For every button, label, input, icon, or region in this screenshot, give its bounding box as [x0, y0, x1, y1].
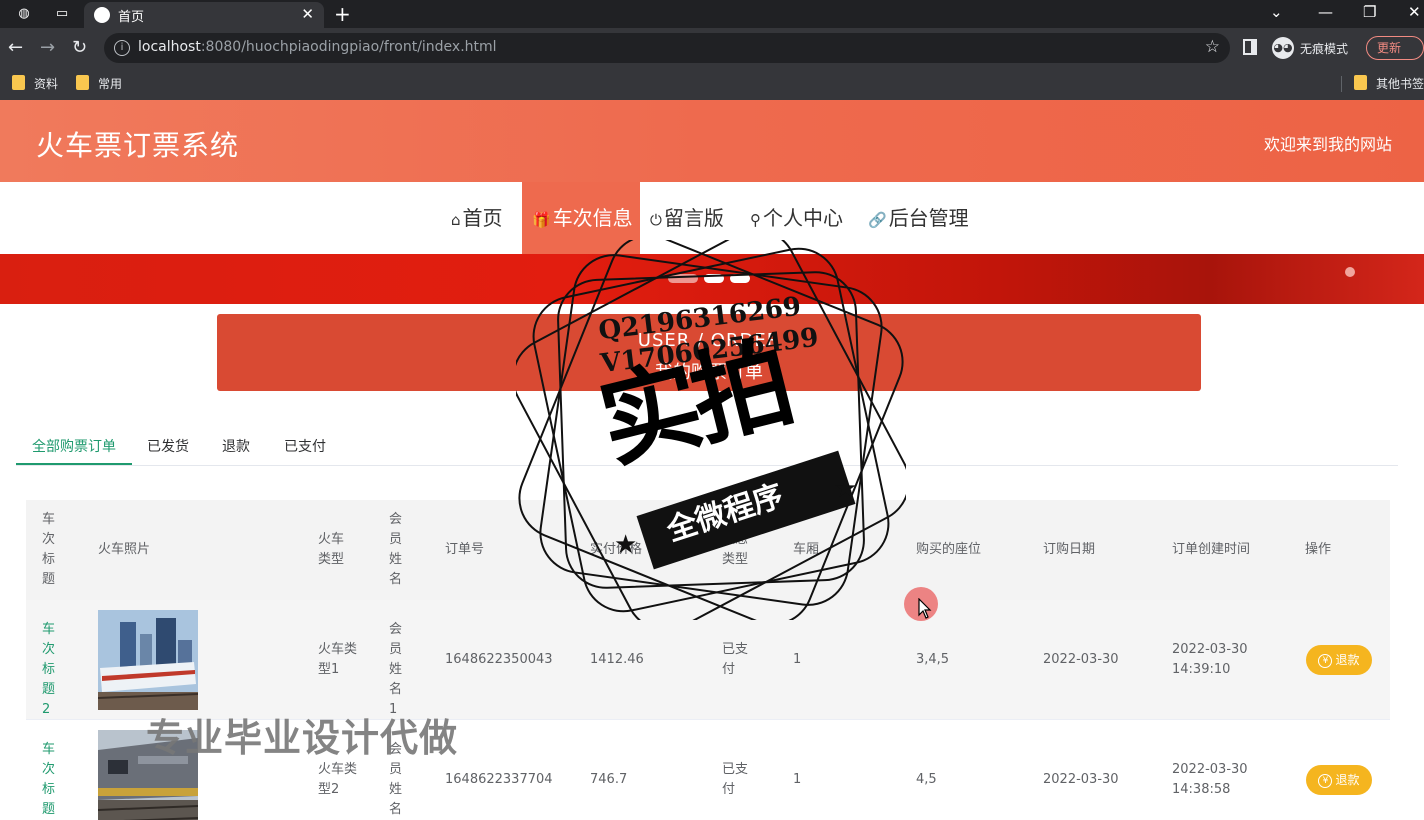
train-type-cell: 火车类型2	[318, 762, 358, 797]
update-button[interactable]: 更新	[1366, 36, 1424, 60]
tab-title: 首页	[118, 10, 145, 25]
header-cell: 购买的座位	[916, 542, 982, 557]
train-title-link[interactable]: 车次标题4	[42, 740, 58, 820]
price-cell: 746.7	[590, 772, 628, 787]
refund-button[interactable]: ¥ 退款	[1306, 765, 1372, 795]
reload-icon[interactable]: ↻	[72, 37, 87, 58]
train-type-cell: 火车类型1	[318, 642, 358, 677]
order-date-cell: 2022-03-30	[1043, 772, 1119, 787]
seats-cell: 4,5	[916, 772, 937, 787]
tab-paid[interactable]: 已支付	[284, 436, 326, 456]
banner-decoration	[1345, 267, 1355, 277]
minimize-icon[interactable]: —	[1318, 3, 1333, 21]
home-icon: ⌂	[451, 211, 461, 229]
order-no-cell: 1648622337704	[445, 772, 553, 787]
maximize-icon[interactable]: ❐	[1363, 3, 1376, 21]
header-cell: 会员姓名	[389, 512, 403, 587]
forward-icon[interactable]: →	[40, 37, 55, 58]
carriage-cell: 1	[793, 772, 802, 787]
site-header: 火车票订票系统 欢迎来到我的网站	[0, 100, 1424, 182]
carriage-cell: 1	[793, 652, 802, 667]
nav-item-home[interactable]: ⌂ 首页	[445, 182, 509, 254]
page-favicon-icon	[94, 7, 110, 23]
header-cell: 火车照片	[98, 542, 151, 557]
yen-icon: ¥	[1318, 774, 1333, 788]
header-cell: 操作	[1305, 542, 1332, 557]
tab-all-orders[interactable]: 全部购票订单	[32, 436, 116, 456]
back-icon[interactable]: ←	[8, 37, 23, 58]
status-cell: 已支付	[722, 762, 749, 797]
bookmarks-bar: 资料 常用 其他书签	[0, 68, 1424, 100]
browser-toolbar: ← → ↻ i localhost:8080/huochpiaodingpiao…	[0, 28, 1424, 68]
incognito-label: 无痕模式	[1300, 42, 1349, 56]
tab-refund[interactable]: 退款	[222, 436, 250, 456]
carousel-dot[interactable]	[668, 274, 698, 283]
star-icon: ★	[614, 530, 638, 560]
header-cell: 订购日期	[1043, 542, 1096, 557]
order-date-cell: 2022-03-30	[1043, 652, 1119, 667]
bookmark-folder[interactable]: 资料	[12, 75, 58, 92]
star-icon: ★	[834, 474, 858, 504]
browser-tab[interactable]: 首页 ✕	[84, 2, 324, 28]
address-bar[interactable]: i localhost:8080/huochpiaodingpiao/front…	[104, 33, 1230, 63]
url-text: localhost:8080/huochpiaodingpiao/front/i…	[138, 39, 497, 55]
refund-button[interactable]: ¥ 退款	[1306, 645, 1372, 675]
header-cell: 火车类型	[318, 532, 345, 567]
header-cell: 订单创建时间	[1172, 542, 1251, 557]
link-icon: 🔗	[868, 211, 887, 229]
tab-list-chevron-icon[interactable]: ⌄	[1270, 3, 1283, 21]
gift-icon: 🎁	[532, 211, 551, 229]
user-icon: ⚲	[750, 211, 761, 229]
nav-item-message-board[interactable]: ⏻ 留言版	[644, 182, 730, 254]
train-photo	[98, 610, 198, 710]
order-no-cell: 1648622350043	[445, 652, 553, 667]
power-icon: ⏻	[650, 211, 662, 229]
bookmark-star-icon[interactable]: ☆	[1205, 37, 1220, 57]
seats-cell: 3,4,5	[916, 652, 950, 667]
nav-item-train-info[interactable]: 🎁 车次信息	[522, 182, 640, 254]
member-name-cell: 会员姓名1	[389, 622, 403, 717]
tab-search-icon[interactable]: ▭	[52, 4, 72, 24]
close-tab-icon[interactable]: ✕	[301, 5, 314, 23]
side-panel-icon[interactable]	[1243, 39, 1257, 55]
carousel-dot[interactable]	[704, 274, 724, 283]
status-cell: 已支付	[722, 642, 749, 677]
table-row: 车次标题2 火车类型1 会员姓名1 1648622350043 1412.46 …	[26, 600, 1390, 720]
header-cell: 车次标题	[42, 512, 56, 587]
close-window-icon[interactable]: ✕	[1408, 3, 1421, 21]
site-info-icon[interactable]: i	[114, 40, 130, 56]
main-nav: ⌂ 首页 🎁 车次信息 ⏻ 留言版 ⚲ 个人中心 🔗 后台管理	[0, 182, 1424, 254]
price-cell: 1412.46	[590, 652, 644, 667]
globe-icon[interactable]: ◍	[14, 4, 34, 24]
created-date-cell: 2022-03-30	[1172, 762, 1248, 777]
site-title: 火车票订票系统	[36, 129, 240, 162]
new-tab-icon[interactable]: +	[334, 2, 351, 26]
nav-item-user-center[interactable]: ⚲ 个人中心	[744, 182, 849, 254]
welcome-text: 欢迎来到我的网站	[1263, 135, 1392, 154]
other-bookmarks-folder[interactable]: 其他书签	[1354, 75, 1424, 92]
header-cell: 订单号	[445, 542, 485, 557]
active-tab-indicator	[16, 463, 132, 465]
created-time-cell: 14:39:10	[1172, 662, 1231, 677]
mouse-cursor-icon	[918, 598, 932, 619]
bookmark-divider	[1341, 76, 1342, 92]
created-time-cell: 14:38:58	[1172, 782, 1231, 797]
incognito-icon[interactable]: ◕◕	[1272, 37, 1294, 59]
yen-icon: ¥	[1318, 654, 1333, 668]
nav-item-admin[interactable]: 🔗 后台管理	[862, 182, 975, 254]
watermark-bottom-text: 专业毕业设计代做	[146, 716, 459, 760]
tab-shipped[interactable]: 已发货	[147, 436, 189, 456]
created-date-cell: 2022-03-30	[1172, 642, 1248, 657]
bookmark-folder[interactable]: 常用	[76, 75, 122, 92]
browser-tabstrip: ◍ ▭ 首页 ✕ + ⌄ — ❐ ✕	[0, 0, 1424, 28]
header-cell: 车厢	[793, 542, 820, 557]
carousel-dot[interactable]	[730, 274, 750, 283]
train-title-link[interactable]: 车次标题2	[42, 620, 58, 720]
